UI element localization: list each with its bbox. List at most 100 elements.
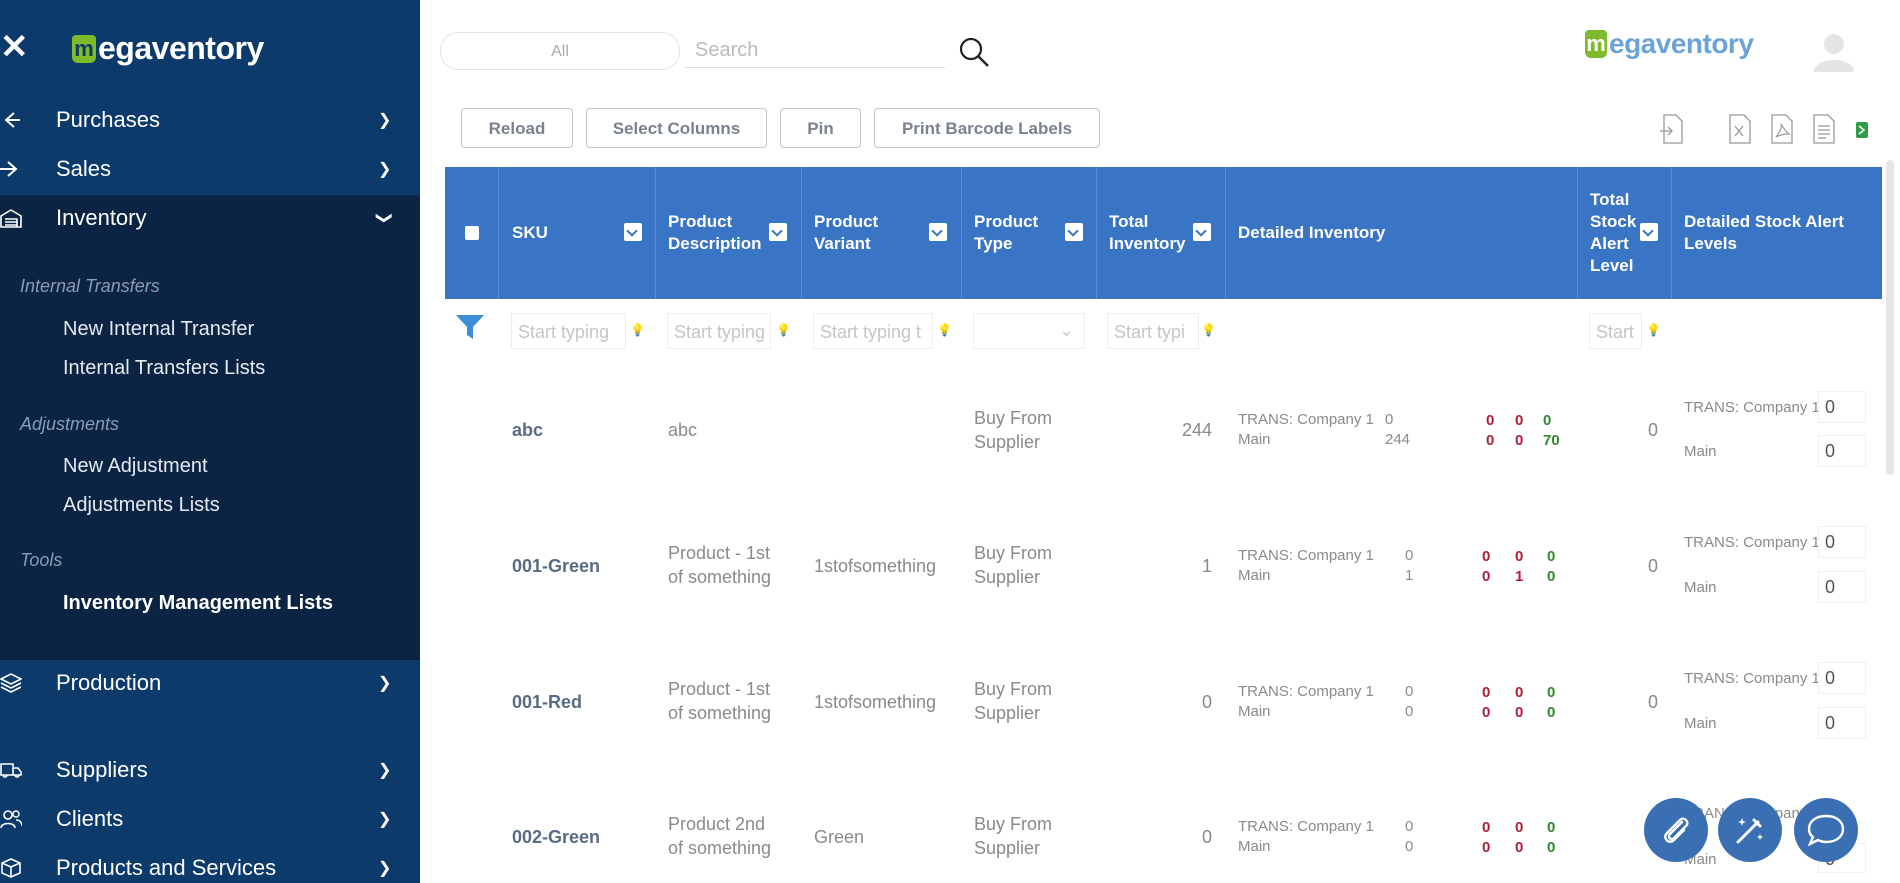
stock-indicator: 0 xyxy=(1547,704,1556,721)
column-type-dropdown-icon[interactable] xyxy=(1065,223,1083,241)
column-alert-dropdown-icon[interactable] xyxy=(1640,223,1658,241)
stock-indicator: 0 xyxy=(1482,839,1491,856)
export-pdf-icon[interactable] xyxy=(1770,114,1794,144)
stock-indicator: 0 xyxy=(1547,548,1556,565)
stock-indicator: 0 xyxy=(1547,839,1556,856)
sidebar-item-suppliers[interactable]: Suppliers ❯ xyxy=(0,748,420,792)
location-qty: 0 xyxy=(1405,703,1414,720)
variant-filter-input[interactable]: Start typing t xyxy=(813,313,933,349)
variant-cell: 1stofsomething xyxy=(814,692,937,712)
sidebar-item-sales[interactable]: Sales ❯ xyxy=(0,147,420,191)
arrow-right-icon xyxy=(0,161,18,177)
select-columns-button[interactable]: Select Columns xyxy=(586,108,767,148)
chevron-right-icon: ❯ xyxy=(378,161,392,178)
sku-link[interactable]: 002-Green xyxy=(512,825,600,849)
reload-button[interactable]: Reload xyxy=(461,108,573,148)
export-excel-icon[interactable] xyxy=(1728,114,1752,144)
sku-link[interactable]: abc xyxy=(512,418,543,442)
column-header-product-description[interactable]: Product Description xyxy=(668,167,762,299)
section-title-internal-transfers: Internal Transfers xyxy=(20,276,160,296)
type-cell: Buy From Supplier xyxy=(974,679,1053,723)
users-icon xyxy=(0,810,22,829)
column-header-total-inventory[interactable]: Total Inventory xyxy=(1109,167,1186,299)
import-file-icon[interactable] xyxy=(1660,114,1684,144)
alert-level-input[interactable]: 0 xyxy=(1818,435,1866,467)
sidebar-link-new-adjustment[interactable]: New Adjustment xyxy=(63,455,208,478)
search-icon[interactable] xyxy=(958,36,990,68)
user-avatar-icon[interactable] xyxy=(1812,28,1856,72)
print-barcode-labels-button[interactable]: Print Barcode Labels xyxy=(874,108,1100,148)
lightbulb-icon: 💡 xyxy=(1201,323,1216,337)
paperclip-icon xyxy=(1664,817,1689,843)
column-total-dropdown-icon[interactable] xyxy=(1193,223,1211,241)
export-csv-icon[interactable] xyxy=(1856,122,1868,138)
column-header-detailed-inventory[interactable]: Detailed Inventory xyxy=(1238,167,1385,299)
alert-location-label: TRANS: Company 1 xyxy=(1684,399,1820,416)
select-all-checkbox[interactable] xyxy=(465,226,479,240)
magic-wand-button[interactable] xyxy=(1718,798,1782,862)
search-filter-select[interactable]: All xyxy=(440,32,680,70)
alert-level-input[interactable]: 0 xyxy=(1818,662,1866,694)
sidebar-link-new-internal-transfer[interactable]: New Internal Transfer xyxy=(63,318,254,341)
sidebar-logo[interactable]: m egaventory xyxy=(72,30,264,67)
sidebar: ✕ m egaventory Purchases ❯ Sales ❯ Inven… xyxy=(0,0,420,883)
column-sku-dropdown-icon[interactable] xyxy=(624,223,642,241)
sku-link[interactable]: 001-Green xyxy=(512,554,600,578)
variant-cell: 1stofsomething xyxy=(814,556,937,576)
lightbulb-icon: 💡 xyxy=(776,323,791,337)
section-title-adjustments: Adjustments xyxy=(20,414,120,434)
alert-level-input[interactable]: 0 xyxy=(1818,571,1866,603)
attach-button[interactable] xyxy=(1644,798,1708,862)
column-header-product-type[interactable]: Product Type xyxy=(974,167,1038,299)
alert-level-input[interactable]: 0 xyxy=(1818,526,1866,558)
column-header-total-stock-alert-level[interactable]: Total Stock Alert Level xyxy=(1590,167,1636,299)
column-separator xyxy=(1225,167,1226,299)
location-label: TRANS: Company 1 xyxy=(1238,683,1374,700)
sidebar-link-internal-transfers-lists[interactable]: Internal Transfers Lists xyxy=(63,357,265,380)
sidebar-item-products-and-services[interactable]: Products and Services ❯ xyxy=(0,846,420,883)
sidebar-item-inventory[interactable]: Inventory ❯ xyxy=(0,196,420,240)
column-header-sku[interactable]: SKU xyxy=(512,167,548,299)
column-header-detailed-stock-alert-levels[interactable]: Detailed Stock Alert Levels xyxy=(1684,167,1844,299)
alert-filter-input[interactable]: Start xyxy=(1589,313,1642,349)
chevron-right-icon: ❯ xyxy=(378,811,392,828)
section-title-tools: Tools xyxy=(20,550,63,570)
sidebar-item-purchases[interactable]: Purchases ❯ xyxy=(0,98,420,142)
sidebar-item-clients[interactable]: Clients ❯ xyxy=(0,797,420,841)
alert-total-cell: 0 xyxy=(1647,556,1658,576)
chevron-down-icon: ⌄ xyxy=(1058,320,1074,340)
location-qty: 0 xyxy=(1405,547,1414,564)
description-cell: Product - 1st of something xyxy=(668,679,772,723)
location-qty: 0 xyxy=(1405,683,1414,700)
alert-level-input[interactable]: 0 xyxy=(1818,707,1866,739)
search-input[interactable] xyxy=(685,34,945,68)
column-header-product-variant[interactable]: Product Variant xyxy=(814,167,878,299)
column-header-label: Product Description xyxy=(668,212,762,253)
column-variant-dropdown-icon[interactable] xyxy=(929,223,947,241)
sidebar-link-inventory-management-lists[interactable]: Inventory Management Lists xyxy=(63,592,333,615)
table-scrollbar[interactable] xyxy=(1886,160,1894,475)
sku-link[interactable]: 001-Red xyxy=(512,690,582,714)
warehouse-icon xyxy=(0,209,22,228)
chat-button[interactable] xyxy=(1794,798,1858,862)
chevron-right-icon: ❯ xyxy=(378,112,392,129)
sku-filter-input[interactable]: Start typing xyxy=(511,313,626,349)
sidebar-item-production[interactable]: Production ❯ xyxy=(0,661,420,705)
total-filter-input[interactable]: Start typi xyxy=(1107,313,1199,349)
type-filter-select[interactable]: ⌄ xyxy=(973,313,1085,349)
column-description-dropdown-icon[interactable] xyxy=(769,223,787,241)
pin-button[interactable]: Pin xyxy=(780,108,861,148)
alert-level-input[interactable]: 0 xyxy=(1818,391,1866,423)
description-cell: Product 2nd of something xyxy=(668,814,772,858)
sidebar-link-adjustments-lists[interactable]: Adjustments Lists xyxy=(63,494,220,517)
column-separator xyxy=(655,167,656,299)
export-document-icon[interactable] xyxy=(1812,114,1836,144)
description-filter-input[interactable]: Start typing xyxy=(667,313,771,349)
close-sidebar-button[interactable]: ✕ xyxy=(0,30,29,64)
location-qty: 0 xyxy=(1405,818,1414,835)
alert-location-label: TRANS: Company 1 xyxy=(1684,534,1820,551)
filter-funnel-icon[interactable] xyxy=(455,313,485,341)
alert-location-label: Main xyxy=(1684,715,1717,732)
column-separator xyxy=(801,167,802,299)
header-logo[interactable]: m egaventory xyxy=(1585,28,1754,60)
